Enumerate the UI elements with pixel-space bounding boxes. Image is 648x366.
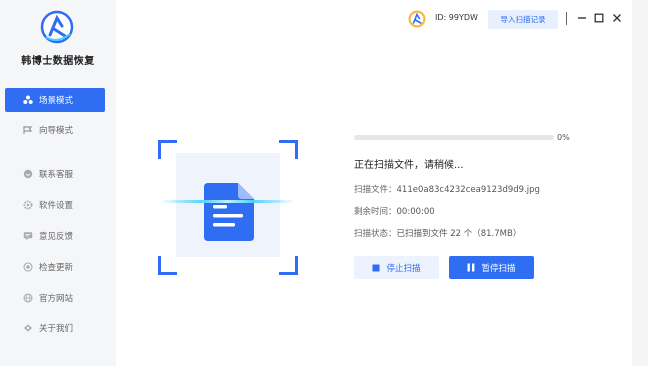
scene-icon — [23, 95, 33, 105]
sidebar-item-about-us[interactable]: 关于我们 — [0, 316, 116, 340]
about-icon — [23, 323, 33, 333]
sidebar-item-check-update[interactable]: 检查更新 — [0, 255, 116, 279]
scan-corner-top-right — [278, 140, 298, 160]
sidebar-item-label: 场景模式 — [39, 96, 74, 106]
settings-icon — [23, 200, 33, 210]
sidebar-item-wizard-mode[interactable]: 向导模式 — [0, 118, 116, 142]
minimize-icon — [578, 17, 586, 19]
sidebar-item-label: 检查更新 — [39, 263, 74, 273]
sidebar-item-label: 意见反馈 — [39, 232, 74, 242]
close-icon — [613, 14, 621, 22]
pause-scan-button[interactable]: 暂停扫描 — [449, 256, 534, 279]
scan-status-title: 正在扫描文件，请稍候... — [354, 160, 464, 171]
app-logo-icon — [40, 10, 74, 44]
document-icon — [204, 183, 254, 241]
avatar[interactable] — [408, 10, 426, 28]
scan-state-row: 扫描状态：已扫描到文件 22 个（81.7MB） — [354, 227, 521, 239]
minimize-button[interactable] — [576, 12, 588, 24]
sidebar-item-label: 向导模式 — [39, 126, 74, 136]
sidebar-item-label: 联系客服 — [39, 170, 74, 180]
maximize-button[interactable] — [593, 12, 605, 24]
remaining-time-label: 剩余时间： — [354, 207, 397, 217]
divider — [566, 12, 567, 25]
pause-icon — [467, 263, 475, 272]
update-icon — [23, 262, 33, 272]
scan-file-label: 扫描文件： — [354, 185, 397, 195]
sidebar-item-contact-support[interactable]: 联系客服 — [0, 162, 116, 186]
stop-scan-label: 停止扫描 — [386, 263, 421, 274]
scan-corner-bottom-left — [158, 255, 178, 275]
maximize-icon — [594, 13, 604, 23]
sidebar-item-feedback[interactable]: 意见反馈 — [0, 224, 116, 248]
sidebar-item-label: 关于我们 — [39, 324, 74, 334]
scan-state-label: 扫描状态： — [354, 229, 397, 239]
scan-file-value: 411e0a83c4232cea9123d9d9.jpg — [396, 185, 540, 195]
wizard-icon — [23, 125, 33, 135]
scan-file-row: 扫描文件：411e0a83c4232cea9123d9d9.jpg — [354, 183, 540, 195]
scan-progress-percent: 0% — [557, 133, 570, 142]
scan-progress-bar — [354, 135, 554, 140]
feedback-icon — [23, 231, 33, 241]
user-id: ID: 99YDW — [435, 13, 478, 22]
sidebar: 韩博士数据恢复 场景模式 向导模式 联系客服 软件设置 意见反馈 检查更新 官方… — [0, 0, 116, 366]
window-edge — [632, 0, 648, 366]
close-button[interactable] — [611, 12, 623, 24]
stop-icon — [372, 264, 380, 272]
pause-scan-label: 暂停扫描 — [481, 263, 516, 274]
remaining-time-row: 剩余时间：00:00:00 — [354, 205, 435, 217]
support-icon — [23, 169, 33, 179]
sidebar-item-label: 软件设置 — [39, 201, 74, 211]
sidebar-item-official-website[interactable]: 官方网站 — [0, 286, 116, 310]
stop-scan-button[interactable]: 停止扫描 — [354, 256, 439, 279]
sidebar-item-label: 官方网站 — [39, 294, 74, 304]
website-icon — [23, 293, 33, 303]
import-scan-record-button[interactable]: 导入扫描记录 — [488, 10, 558, 29]
sidebar-item-settings[interactable]: 软件设置 — [0, 193, 116, 217]
scan-light-beam — [160, 200, 295, 203]
scan-corner-top-left — [158, 140, 178, 160]
sidebar-item-scene-mode[interactable]: 场景模式 — [5, 88, 105, 112]
scan-state-value: 已扫描到文件 22 个（81.7MB） — [396, 229, 522, 239]
app-name: 韩博士数据恢复 — [21, 56, 95, 67]
remaining-time-value: 00:00:00 — [396, 207, 435, 217]
scan-corner-bottom-right — [278, 255, 298, 275]
